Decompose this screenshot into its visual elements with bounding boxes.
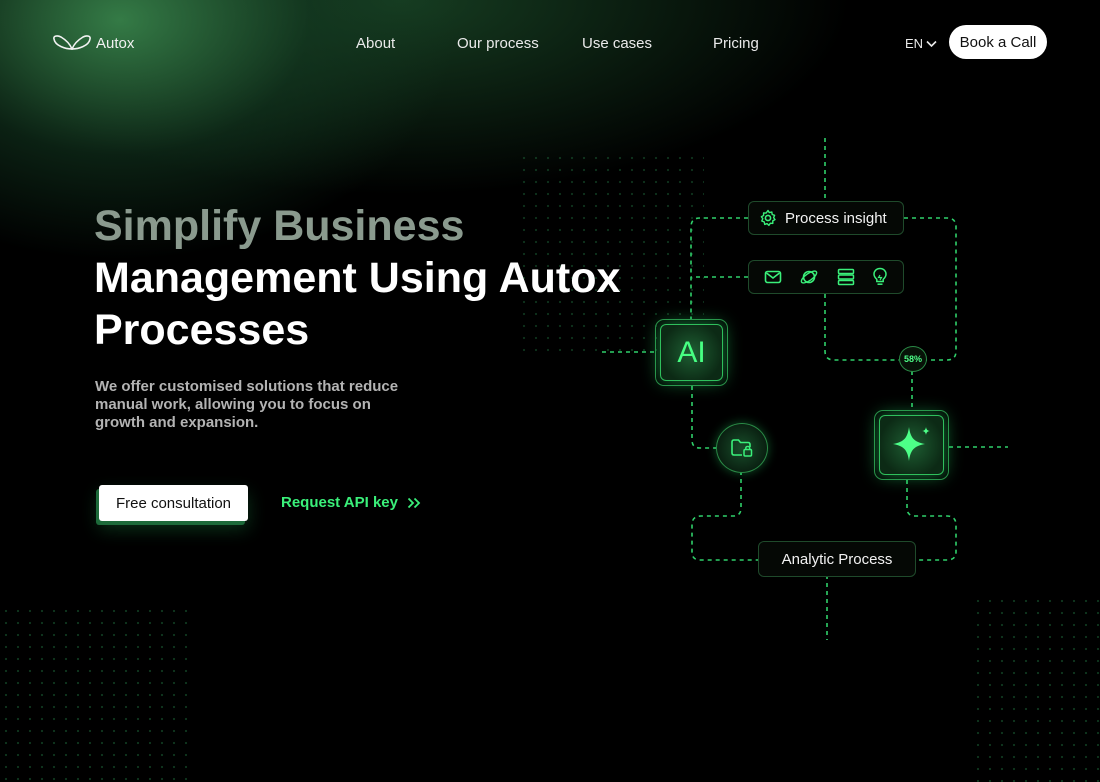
dot-pattern-bottom-left xyxy=(0,605,190,782)
process-insight-label: Process insight xyxy=(785,209,887,227)
process-insight-node: Process insight xyxy=(748,201,904,235)
sparkle-node-inner xyxy=(879,415,944,475)
lightbulb-icon xyxy=(873,267,888,285)
nav-our-process[interactable]: Our process xyxy=(457,35,539,52)
nav-about[interactable]: About xyxy=(356,35,395,52)
hero-title: Simplify Business Management Using Autox… xyxy=(94,200,620,356)
folder-node xyxy=(716,423,768,473)
nav-pricing[interactable]: Pricing xyxy=(713,35,759,52)
tool-icons-node xyxy=(748,260,904,294)
stack-icon xyxy=(837,268,854,286)
book-call-button[interactable]: Book a Call xyxy=(949,25,1047,59)
sparkle-icon xyxy=(892,427,930,461)
mail-icon xyxy=(764,270,782,284)
ai-node: AI xyxy=(655,319,728,386)
ai-node-label: AI xyxy=(660,324,723,381)
sparkle-node xyxy=(874,410,949,480)
progress-badge: 58% xyxy=(899,346,927,372)
analytic-process-node: Analytic Process xyxy=(758,541,916,577)
brand-name: Autox xyxy=(96,34,135,52)
dot-pattern-bottom-right xyxy=(972,595,1100,782)
nav-use-cases[interactable]: Use cases xyxy=(582,35,652,52)
analytic-process-label: Analytic Process xyxy=(781,550,893,568)
request-api-key-label: Request API key xyxy=(281,494,398,511)
hero-subtitle: We offer customised solutions that reduc… xyxy=(95,378,399,431)
chevron-down-icon xyxy=(926,40,937,47)
gear-icon xyxy=(760,209,776,227)
planet-icon xyxy=(800,270,818,284)
hero-title-line-1: Simplify Business xyxy=(94,202,465,250)
butterfly-logo-icon xyxy=(53,35,91,50)
hero-title-line-3: Processes xyxy=(94,306,310,354)
hero-title-line-2: Management Using Autox xyxy=(94,254,621,302)
brand-logo[interactable]: Autox xyxy=(52,34,134,52)
double-chevron-right-icon xyxy=(407,497,421,508)
free-consultation-button[interactable]: Free consultation xyxy=(99,485,248,521)
folder-lock-icon xyxy=(731,439,753,457)
landing-page: Autox About Our process Use cases Pricin… xyxy=(0,0,1100,782)
language-selector[interactable]: EN xyxy=(905,36,937,51)
request-api-key-link[interactable]: Request API key xyxy=(281,494,421,511)
language-label: EN xyxy=(905,36,924,51)
